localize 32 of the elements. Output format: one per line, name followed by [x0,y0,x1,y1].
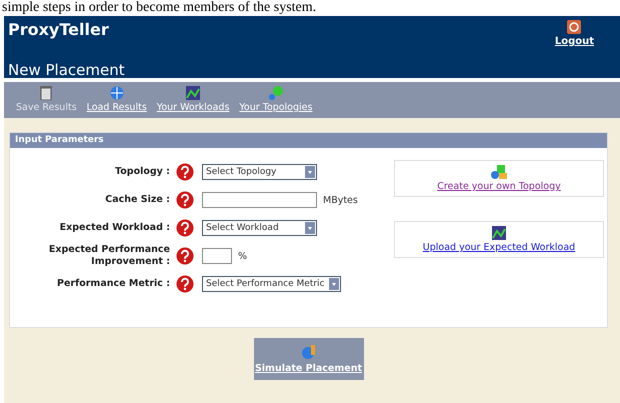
field-label: Cache Size : [104,194,170,206]
globe-icon [300,344,316,360]
help-icon[interactable] [176,219,194,237]
link[interactable]: Create your own Topology [437,181,561,192]
input-field[interactable] [202,248,232,264]
unit-label: MBytes [323,194,358,206]
help-icon[interactable] [176,163,194,181]
unit-label: % [238,250,248,262]
page-title: New Placement [8,61,126,79]
field-label: Expected Performance Improvement : [48,244,170,268]
panel-title: Input Parameters [10,133,607,148]
app-name: ProxyTeller [8,20,109,39]
power-icon [567,20,582,34]
globe-icon [110,86,124,100]
field-label: Expected Workload : [58,222,170,234]
dropdown[interactable]: Select Workload [202,220,317,236]
trash-can-icon [39,86,54,100]
logout-link[interactable]: Logout [554,20,594,47]
field-label: Topology : [114,166,170,178]
help-icon[interactable] [176,247,194,265]
network-icon [268,86,283,100]
input-field[interactable] [202,192,317,208]
link[interactable]: Upload your Expected Workload [422,242,576,253]
help-icon[interactable] [176,275,194,293]
chart-icon [186,86,200,100]
help-icon[interactable] [176,191,194,209]
field-label: Performance Metric : [56,278,170,290]
network-icon [491,165,507,179]
dropdown[interactable]: Select Performance Metric [202,276,340,292]
dropdown[interactable]: Select Topology [202,164,317,180]
document-text: simple steps in order to become members of the system. [1,0,318,15]
chart-icon [492,226,506,240]
